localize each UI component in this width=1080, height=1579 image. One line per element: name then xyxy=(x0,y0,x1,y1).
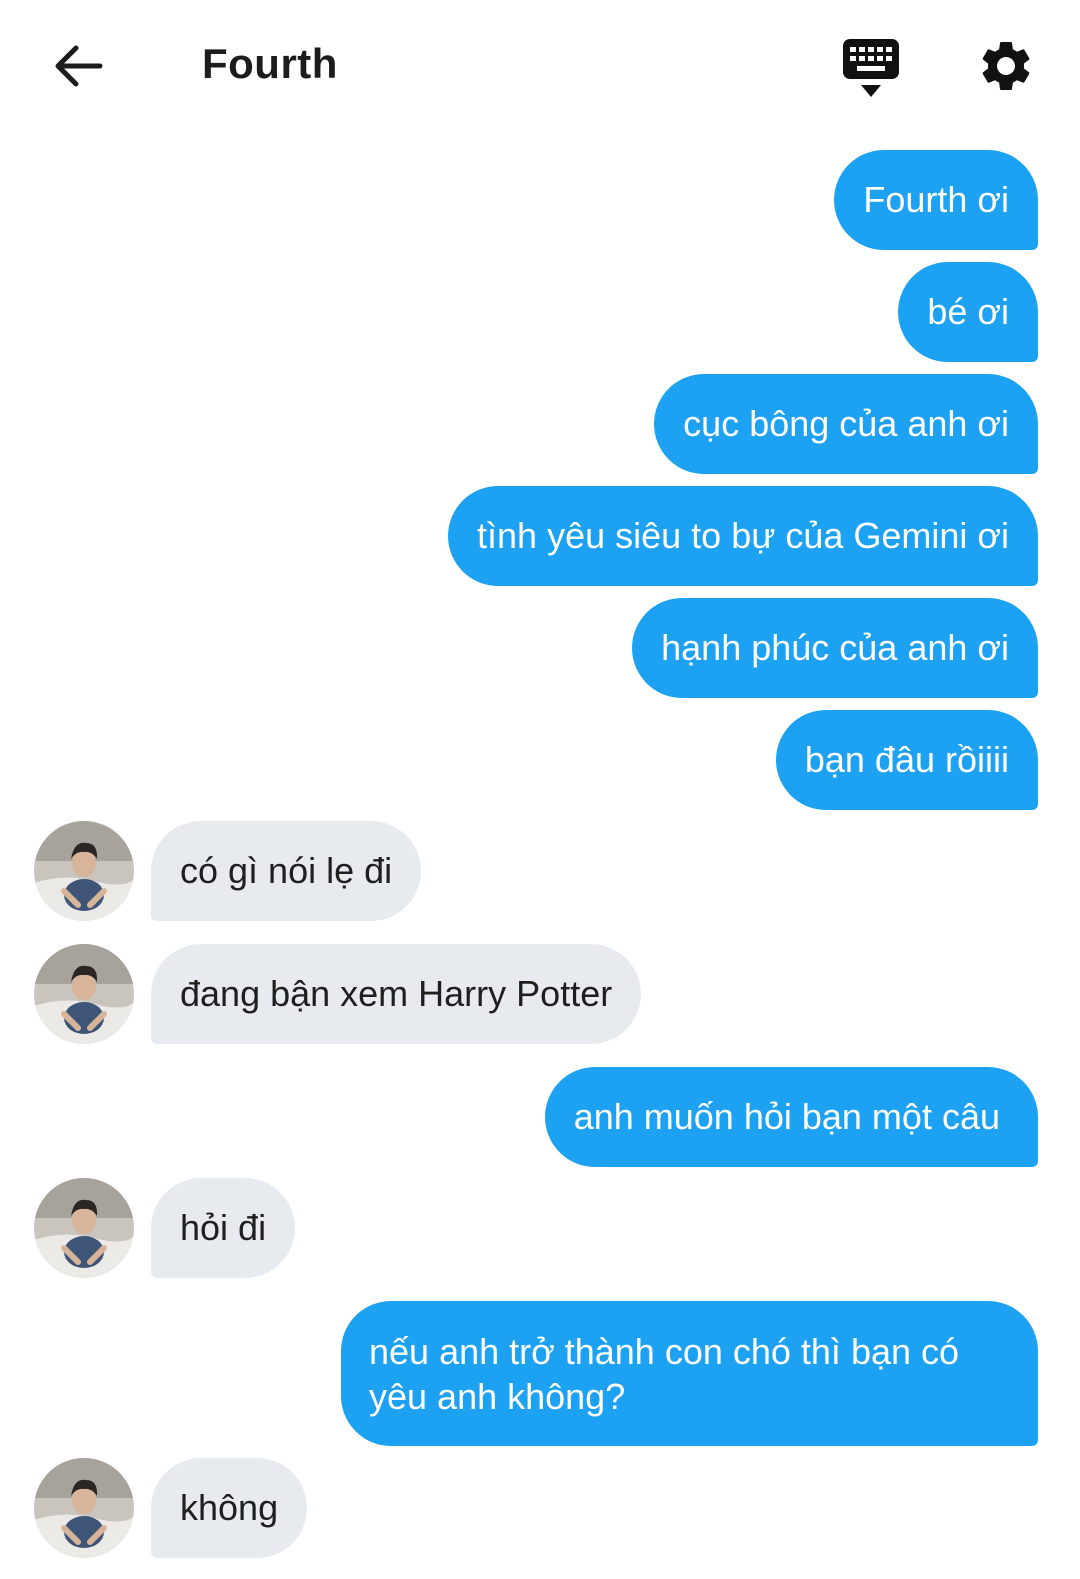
arrow-left-icon xyxy=(55,45,103,87)
outgoing-message[interactable]: cục bông của anh ơi xyxy=(654,374,1038,474)
top-bar: Fourth xyxy=(0,0,1080,130)
outgoing-message[interactable]: hạnh phúc của anh ơi xyxy=(632,598,1038,698)
incoming-message[interactable]: hỏi đi xyxy=(151,1178,296,1278)
incoming-message[interactable]: không xyxy=(151,1458,308,1558)
contact-avatar[interactable] xyxy=(34,944,134,1044)
outgoing-message[interactable]: bạn đâu rồiiii xyxy=(775,710,1038,810)
conversation-title: Fourth xyxy=(202,40,338,87)
incoming-message[interactable]: đang bận xem Harry Potter xyxy=(151,944,642,1044)
settings-button[interactable] xyxy=(968,30,1044,102)
avatar-photo xyxy=(34,1458,134,1558)
outgoing-message[interactable]: anh muốn hỏi bạn một câu xyxy=(544,1067,1038,1167)
outgoing-message[interactable]: Fourth ơi xyxy=(834,150,1038,250)
gear-icon xyxy=(982,41,1030,90)
outgoing-message[interactable]: tình yêu siêu to bự của Gemini ơi xyxy=(448,486,1038,586)
avatar-photo xyxy=(34,821,134,921)
keyboard-hide-icon xyxy=(843,39,899,97)
incoming-message[interactable]: có gì nói lẹ đi xyxy=(151,821,422,921)
contact-avatar[interactable] xyxy=(34,1178,134,1278)
back-button[interactable] xyxy=(40,30,116,102)
contact-avatar[interactable] xyxy=(34,821,134,921)
outgoing-message[interactable]: nếu anh trở thành con chó thì bạn có yêu… xyxy=(341,1301,1038,1446)
avatar-photo xyxy=(34,944,134,1044)
keyboard-toggle-button[interactable] xyxy=(832,32,910,104)
outgoing-message[interactable]: bé ơi xyxy=(898,262,1038,362)
avatar-photo xyxy=(34,1178,134,1278)
contact-avatar[interactable] xyxy=(34,1458,134,1558)
